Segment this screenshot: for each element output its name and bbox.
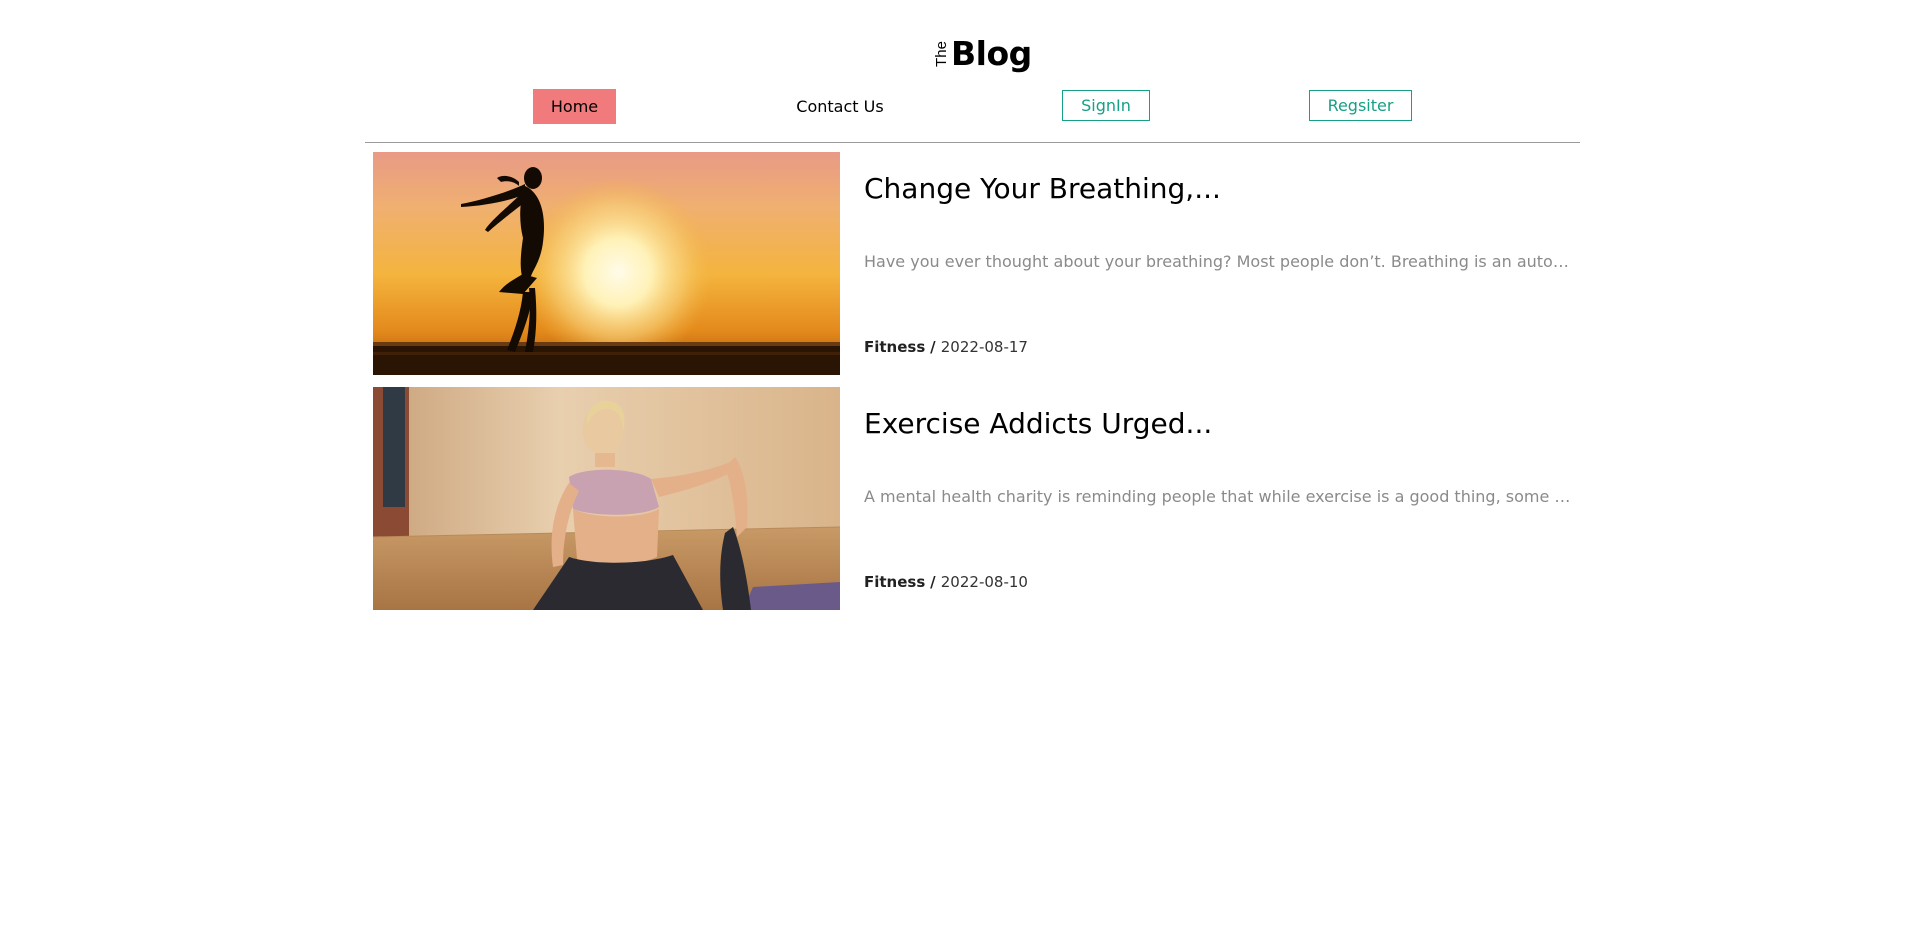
post-card[interactable]: Exercise Addicts Urged... A mental healt… — [373, 387, 1580, 610]
post-excerpt: A mental health charity is reminding peo… — [864, 487, 1574, 506]
sunset-silhouette-image — [373, 152, 840, 375]
post-date: 2022-08-10 — [940, 573, 1028, 591]
site-logo[interactable]: The Blog — [933, 32, 1032, 74]
post-card[interactable]: Change Your Breathing,... Have you ever … — [373, 152, 1580, 375]
meta-separator: / — [930, 338, 941, 356]
header-divider — [365, 142, 1580, 143]
post-excerpt: Have you ever thought about your breathi… — [864, 252, 1574, 271]
post-category[interactable]: Fitness — [864, 573, 925, 591]
logo-blog-text: Blog — [951, 34, 1032, 73]
post-date: 2022-08-17 — [940, 338, 1028, 356]
post-title[interactable]: Change Your Breathing,... — [864, 172, 1221, 205]
logo-the-text: The — [933, 41, 950, 67]
yoga-woman-image — [373, 387, 840, 610]
post-thumbnail-sunset[interactable] — [373, 152, 840, 375]
page: The Blog Home Contact Us SignIn Regsiter — [0, 0, 1920, 947]
register-button[interactable]: Regsiter — [1309, 90, 1412, 121]
post-meta: Fitness / 2022-08-17 — [864, 338, 1028, 356]
signin-button[interactable]: SignIn — [1062, 90, 1150, 121]
post-title[interactable]: Exercise Addicts Urged... — [864, 407, 1212, 440]
post-meta: Fitness / 2022-08-10 — [864, 573, 1028, 591]
post-category[interactable]: Fitness — [864, 338, 925, 356]
meta-separator: / — [930, 573, 941, 591]
nav-home-button[interactable]: Home — [533, 89, 616, 124]
post-thumbnail-yoga[interactable] — [373, 387, 840, 610]
nav-contact-link[interactable]: Contact Us — [780, 89, 900, 124]
